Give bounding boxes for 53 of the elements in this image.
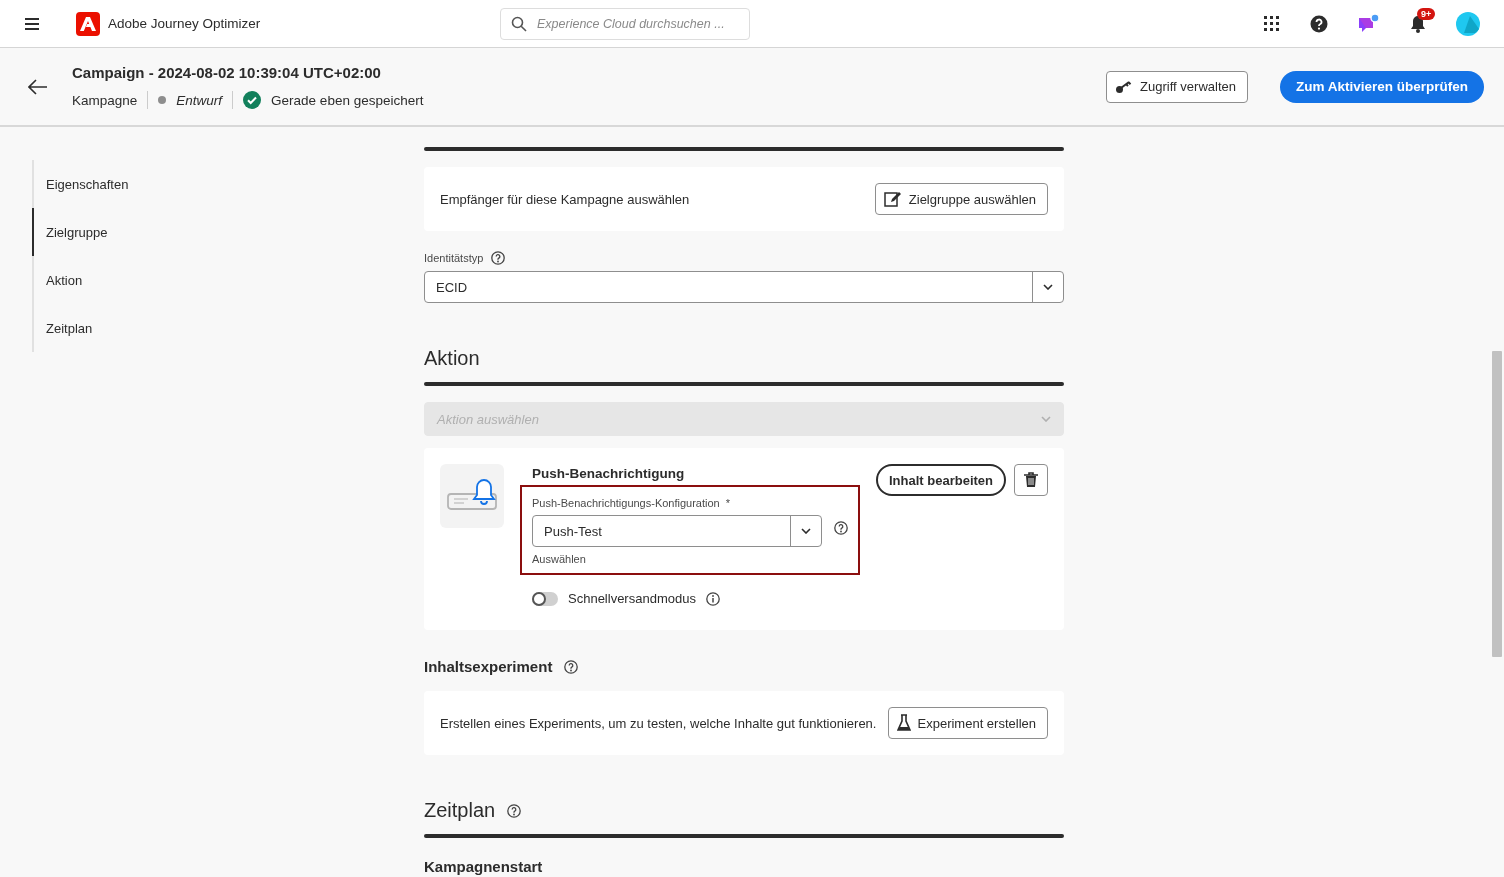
toggle-switch[interactable] [532,591,558,606]
flask-icon [896,714,911,732]
menu-icon[interactable] [25,17,39,30]
configuration-label: Push-Benachrichtigungs-Konfiguration [532,497,720,509]
toggle-label: Schnellversandmodus [568,591,696,606]
logo-icon[interactable] [76,11,100,36]
subsection-heading: Kampagnenstart [424,858,544,875]
experiment-text: Erstellen eines Experiments, um zu testen, welche Inhalte gut funktionieren. [440,715,877,731]
help-icon[interactable] [564,659,579,674]
nav-item[interactable]: Zielgruppe [32,208,392,256]
campaign-type: Kampagne [72,92,138,108]
trash-icon [1024,472,1038,488]
edit-icon [883,191,902,207]
save-state: Gerade eben gespeichert [271,92,424,108]
help-icon[interactable] [491,251,506,265]
back-arrow-icon[interactable] [28,78,48,95]
section-heading: Inhaltsexperiment [424,658,553,675]
chevron-down-icon [800,528,811,534]
status-dot-icon [158,96,167,104]
apps-icon[interactable] [1264,15,1280,32]
audience-text: Empfänger für diese Kampagne auswählen [440,191,690,207]
chevron-down-icon [1041,416,1051,422]
check-circle-icon [243,91,262,109]
edit-content-button[interactable]: Inhalt bearbeiten [875,464,1006,496]
required-mark: * [725,497,730,509]
campaign-status: Entwurf [176,92,223,108]
delete-button[interactable] [1014,464,1048,496]
notification-badge: 9+ [1417,7,1436,20]
section-heading: Zeitplan [424,799,496,822]
configuration-dropdown[interactable]: Push-Test [532,515,822,547]
key-icon [1115,79,1134,94]
review-activate-button[interactable]: Zum Aktivieren überprüfen [1279,70,1484,103]
nav-item[interactable]: Aktion [32,256,392,304]
avatar-icon[interactable] [1456,11,1480,36]
help-icon[interactable] [507,803,522,818]
info-icon[interactable] [705,591,720,606]
create-experiment-button[interactable]: Experiment erstellen [887,707,1048,739]
chat-icon[interactable] [1358,13,1380,34]
identity-type-dropdown[interactable]: ECID [424,271,1064,303]
select-audience-button[interactable]: Zielgruppe auswählen [874,183,1048,215]
nav-item[interactable]: Eigenschaften [32,160,392,208]
identity-type-label: Identitätstyp [424,252,484,264]
section-heading: Aktion [424,347,481,370]
push-title: Push-Benachrichtigung [532,466,686,481]
product-name: Adobe Journey Optimizer [108,16,261,31]
help-icon[interactable] [833,521,848,535]
manage-access-button[interactable]: Zugriff verwalten [1106,70,1248,103]
nav-item[interactable]: Zeitplan [32,304,392,352]
chevron-down-icon [1043,284,1053,290]
helper-text: Auswählen [532,553,587,565]
help-icon[interactable] [1310,14,1328,33]
campaign-title: Campaign - 2024-08-02 10:39:04 UTC+02:00 [72,64,382,81]
search-field[interactable]: Experience Cloud durchsuchen ... [500,7,750,40]
